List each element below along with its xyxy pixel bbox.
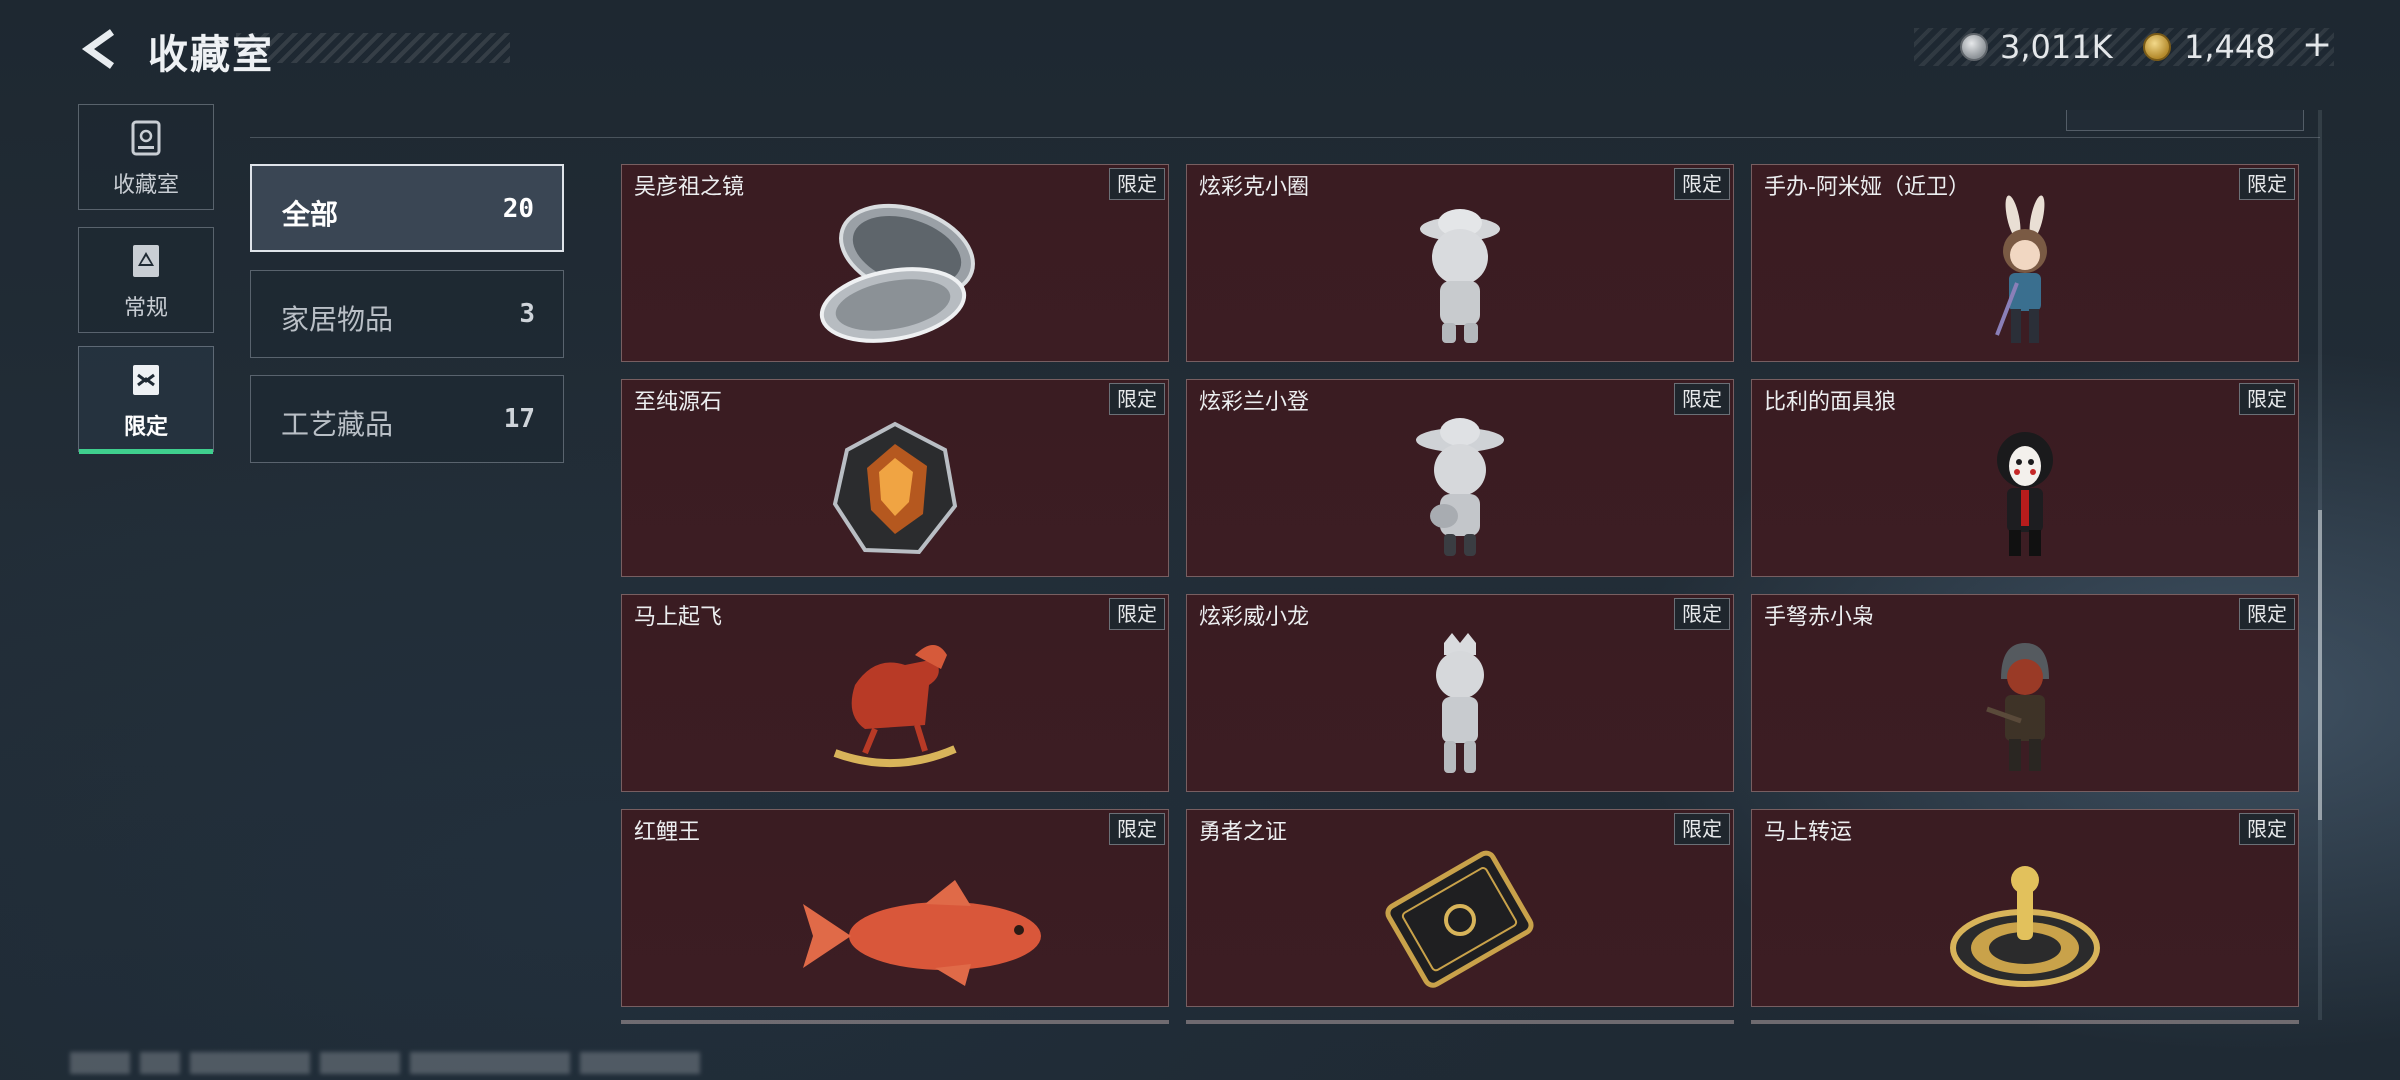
limited-tag: 限定	[2239, 383, 2295, 415]
header-divider	[250, 137, 2320, 138]
page-title: 收藏室	[148, 32, 274, 78]
gold-coin-icon	[2143, 33, 2171, 61]
category-crafts[interactable]: 工艺藏品 17	[250, 375, 564, 463]
compact-mirror-icon	[819, 203, 975, 343]
figurine-hooded-icon	[1986, 643, 2049, 771]
item-name: 红鲤王	[634, 820, 701, 845]
limited-tag: 限定	[2239, 168, 2295, 200]
top-bar: 收藏室 3,011K 1,448 +	[0, 0, 2400, 100]
limited-tag: 限定	[2239, 598, 2295, 630]
item-card[interactable]: 勇者之证 限定	[1186, 809, 1734, 1007]
item-card[interactable]: 红鲤王 限定	[621, 809, 1169, 1007]
item-name: 至纯源石	[634, 390, 723, 415]
category-all[interactable]: 全部 20	[250, 164, 564, 252]
item-name: 勇者之证	[1199, 820, 1288, 845]
category-name: 工艺藏品	[281, 408, 394, 441]
limited-icon	[133, 365, 159, 395]
side-item-label: 收藏室	[112, 173, 179, 198]
limited-tag: 限定	[1109, 383, 1165, 415]
limited-tag: 限定	[1109, 168, 1165, 200]
next-row-card-edge	[1751, 1020, 2299, 1024]
limited-tag: 限定	[1109, 813, 1165, 845]
category-count: 20	[502, 194, 534, 224]
side-item-label: 常规	[123, 296, 168, 321]
limited-tag: 限定	[1109, 598, 1165, 630]
back-arrow-icon[interactable]	[78, 28, 120, 70]
item-card[interactable]: 马上起飞 限定	[621, 594, 1169, 792]
figurine-crown-icon	[1436, 633, 1484, 773]
item-name: 马上起飞	[634, 605, 723, 630]
limited-tag: 限定	[1674, 598, 1730, 630]
blurred-footer	[70, 1052, 850, 1080]
badge-card-icon	[1385, 850, 1534, 988]
title-decoration	[236, 33, 510, 63]
scrollbar-thumb[interactable]	[2318, 510, 2322, 820]
side-item-limited[interactable]: 限定	[78, 346, 214, 454]
item-card[interactable]: 至纯源石 限定	[621, 379, 1169, 577]
figurine-bunny-icon	[1995, 195, 2047, 343]
item-name: 炫彩兰小登	[1199, 390, 1310, 415]
collection-icon	[131, 120, 161, 156]
silver-coin-balance: 3,011K	[2000, 28, 2113, 66]
puppet-figure-icon	[1997, 432, 2053, 556]
crystal-gem-icon	[832, 421, 958, 555]
item-name: 马上转运	[1764, 820, 1853, 845]
item-card[interactable]: 炫彩兰小登 限定	[1186, 379, 1734, 577]
item-card[interactable]: 炫彩威小龙 限定	[1186, 594, 1734, 792]
item-name: 炫彩克小圈	[1199, 175, 1310, 200]
limited-tag: 限定	[1674, 168, 1730, 200]
item-card[interactable]: 手办-阿米娅（近卫） 限定	[1751, 164, 2299, 362]
next-row-card-edge	[621, 1020, 1169, 1024]
limited-tag: 限定	[1674, 383, 1730, 415]
item-name: 比利的面具狼	[1764, 390, 1897, 415]
gold-coin-balance: 1,448	[2184, 28, 2276, 66]
item-name: 手弩赤小枭	[1764, 605, 1875, 630]
limited-tag: 限定	[2239, 813, 2295, 845]
side-item-collection[interactable]: 收藏室	[78, 104, 214, 210]
sort-dropdown[interactable]	[2066, 110, 2304, 131]
fortune-wheel-icon	[1950, 866, 2100, 987]
koi-fish-icon	[803, 880, 1041, 986]
figurine-sombrero-icon	[1416, 418, 1504, 556]
rocking-horse-icon	[833, 645, 957, 767]
item-card[interactable]: 手弩赤小枭 限定	[1751, 594, 2299, 792]
regular-icon	[133, 245, 159, 277]
side-item-regular[interactable]: 常规	[78, 227, 214, 333]
add-gold-button[interactable]: +	[2302, 24, 2332, 65]
next-row-card-edge	[1186, 1020, 1734, 1024]
category-name: 全部	[282, 198, 339, 231]
item-name: 炫彩威小龙	[1199, 605, 1310, 630]
figurine-hat-icon	[1420, 209, 1500, 343]
item-name: 吴彦祖之镜	[634, 175, 745, 200]
item-card[interactable]: 炫彩克小圈 限定	[1186, 164, 1734, 362]
item-card[interactable]: 比利的面具狼 限定	[1751, 379, 2299, 577]
limited-tag: 限定	[1674, 813, 1730, 845]
category-count: 3	[519, 299, 535, 329]
item-card[interactable]: 吴彦祖之镜 限定	[621, 164, 1169, 362]
category-home-items[interactable]: 家居物品 3	[250, 270, 564, 358]
side-item-label: 限定	[123, 415, 168, 440]
category-name: 家居物品	[281, 303, 394, 336]
silver-coin-icon	[1960, 33, 1988, 61]
item-card[interactable]: 马上转运 限定	[1751, 809, 2299, 1007]
category-count: 17	[503, 404, 535, 434]
